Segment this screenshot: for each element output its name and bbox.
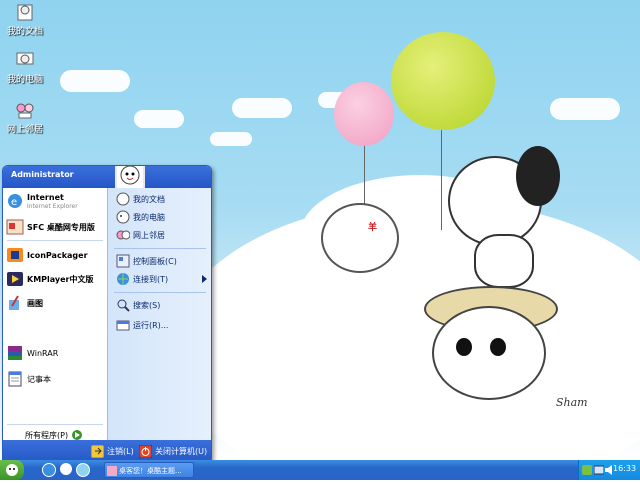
cloud <box>232 98 292 118</box>
menu-item-kmplayer[interactable]: KMPlayer中文版 <box>6 268 94 290</box>
cloud <box>210 132 252 146</box>
sfc-app-icon <box>6 219 24 235</box>
signature: Sham <box>556 396 588 409</box>
start-logo-icon <box>6 464 18 476</box>
menu-item-label: 运行(R)... <box>133 320 169 330</box>
menu-item-label: 画图 <box>27 298 43 308</box>
menu-item-label: Internet <box>27 192 64 202</box>
green-balloon <box>391 32 495 130</box>
speech-bubble <box>321 203 399 273</box>
my-computer-icon <box>16 52 34 65</box>
menu-item-notepad[interactable]: 记事本 <box>6 368 51 390</box>
menu-item-sfc[interactable]: SFC 桌酷网专用版 <box>6 216 95 238</box>
control-panel-icon <box>116 254 130 268</box>
menu-item-label: 我的电脑 <box>133 212 165 222</box>
menu-item-label: 我的文档 <box>133 194 165 204</box>
start-menu-programs: e Internet Internet Explorer SFC 桌酷网专用版 I… <box>3 188 107 440</box>
start-menu-header: Administrator <box>3 166 211 188</box>
logoff-icon <box>91 444 104 458</box>
menu-item-control-panel[interactable]: 控制面板(C) <box>116 252 177 270</box>
balloon-string <box>441 130 442 230</box>
start-button[interactable] <box>0 460 24 480</box>
clock[interactable]: 16:33 <box>613 464 636 473</box>
menu-item-label: 连接到(T) <box>133 274 169 284</box>
start-menu-places: 我的文档 我的电脑 网上邻居 控制面板(C) 连接到(T) 搜索(S) 运行(R… <box>107 188 211 440</box>
power-icon <box>139 444 152 458</box>
menu-separator <box>7 424 103 425</box>
desktop-icon-label: 我的电脑 <box>6 75 43 85</box>
menu-item-internet[interactable]: e Internet Internet Explorer <box>6 190 78 212</box>
menu-item-my-documents[interactable]: 我的文档 <box>116 190 165 208</box>
quicklaunch-media[interactable] <box>76 463 90 477</box>
menu-item-label: 控制面板(C) <box>133 256 177 266</box>
menu-item-search[interactable]: 搜索(S) <box>116 296 160 314</box>
menu-item-my-computer[interactable]: 我的电脑 <box>116 208 165 226</box>
notepad-icon <box>8 371 22 387</box>
quicklaunch-ie[interactable] <box>42 463 56 477</box>
my-computer-icon <box>116 210 130 224</box>
cloud <box>60 70 130 92</box>
desktop-icon-label: 我的文档 <box>6 27 43 37</box>
menu-item-label: 记事本 <box>27 374 51 384</box>
cloud <box>550 98 620 120</box>
taskbar-window-button[interactable]: 桌客您！桌酷主题... <box>104 462 194 478</box>
desktop-icon-label: 网上邻居 <box>6 125 43 135</box>
avatar-icon <box>120 166 140 185</box>
paint-icon <box>9 295 19 310</box>
menu-item-label: IconPackager <box>27 250 88 260</box>
menu-item-iconpackager[interactable]: IconPackager <box>6 244 88 266</box>
network-places-icon <box>16 103 34 119</box>
menu-separator <box>114 248 206 249</box>
task-label: 桌客您！桌酷主题... <box>119 467 182 475</box>
kmplayer-icon <box>7 272 23 286</box>
menu-separator <box>7 240 103 241</box>
tray-icon-security[interactable] <box>582 465 592 475</box>
taskbar: 桌客您！桌酷主题... 16:33 <box>0 460 640 480</box>
pink-balloon <box>334 82 394 146</box>
menu-item-sublabel: Internet Explorer <box>27 202 78 210</box>
search-icon <box>117 299 130 312</box>
user-avatar[interactable] <box>115 166 145 190</box>
menu-item-label: 网上邻居 <box>133 230 165 240</box>
submenu-arrow-icon <box>202 275 207 283</box>
arrow-right-icon <box>72 430 83 440</box>
desktop-icon-my-computer[interactable]: 我的电脑 <box>2 50 48 85</box>
my-documents-icon <box>17 4 33 21</box>
logoff-label: 注销(L) <box>107 446 134 456</box>
svg-text:e: e <box>11 197 17 208</box>
iconpackager-icon <box>7 248 23 262</box>
quicklaunch-desktop[interactable] <box>60 463 72 475</box>
connect-globe-icon <box>117 273 129 285</box>
menu-item-connect-to[interactable]: 连接到(T) <box>116 270 210 288</box>
window-icon <box>107 466 117 476</box>
shutdown-button[interactable]: 关闭计算机(U) <box>139 443 207 459</box>
menu-item-winrar[interactable]: WinRAR <box>6 342 58 364</box>
tray-icon-network[interactable] <box>594 465 604 475</box>
start-menu[interactable]: Administrator e Internet Internet Explore… <box>2 165 212 464</box>
desktop-icon-my-documents[interactable]: 我的文档 <box>2 2 48 37</box>
menu-item-label: WinRAR <box>27 348 59 358</box>
desktop-icon-network-places[interactable]: 网上邻居 <box>2 100 48 135</box>
winrar-icon <box>8 346 22 360</box>
menu-item-paint[interactable]: 画图 <box>6 292 43 314</box>
shutdown-label: 关闭计算机(U) <box>155 446 208 456</box>
run-icon <box>116 320 130 331</box>
menu-separator <box>114 292 206 293</box>
sheep-character <box>416 286 566 416</box>
logoff-button[interactable]: 注销(L) <box>91 443 134 459</box>
cat-character <box>444 146 564 300</box>
bubble-mark: 羊 <box>368 223 378 233</box>
menu-item-network-places[interactable]: 网上邻居 <box>116 226 165 244</box>
menu-item-run[interactable]: 运行(R)... <box>116 316 168 334</box>
user-name: Administrator <box>11 170 74 179</box>
menu-item-label: KMPlayer中文版 <box>27 274 94 284</box>
internet-explorer-icon: e <box>8 194 22 208</box>
my-documents-icon <box>116 192 130 206</box>
all-programs-label: 所有程序(P) <box>25 430 69 440</box>
menu-item-label: SFC 桌酷网专用版 <box>27 222 95 232</box>
menu-item-label: 搜索(S) <box>133 300 161 310</box>
cloud <box>134 110 184 128</box>
network-places-icon <box>116 230 130 240</box>
